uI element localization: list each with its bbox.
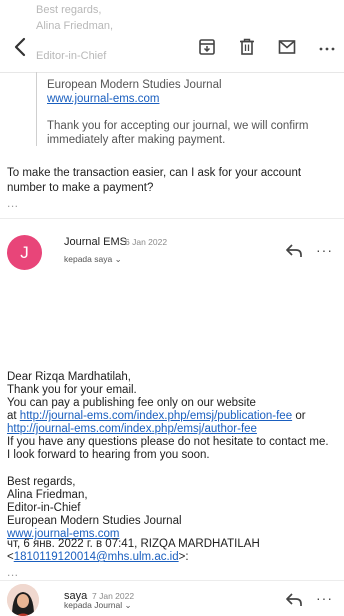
mail-icon — [278, 40, 296, 54]
quote-header-line: чт, 6 янв. 2022 г. в 07:41, RIZQA MARDHA… — [7, 538, 260, 550]
quote-lt: < — [7, 551, 14, 563]
self-avatar[interactable] — [7, 584, 39, 616]
back-arrow-icon — [14, 37, 26, 57]
body-line-link2: http://journal-ems.com/index.php/emsj/au… — [7, 423, 342, 436]
body-line-links: at http://journal-ems.com/index.php/emsj… — [7, 410, 342, 423]
message-divider — [0, 580, 344, 581]
publication-fee-link[interactable]: http://journal-ems.com/index.php/emsj/pu… — [20, 410, 292, 422]
show-trimmed-content[interactable]: ... — [7, 565, 19, 579]
show-trimmed-content[interactable]: ... — [7, 196, 19, 210]
recipient-summary[interactable]: kepada Journal ⌄ — [64, 600, 132, 611]
archive-icon — [199, 39, 215, 55]
archive-button[interactable] — [196, 36, 218, 58]
trash-icon — [240, 38, 254, 55]
recipient-summary[interactable]: kepada saya ⌄ — [64, 254, 122, 265]
reply-icon — [286, 244, 302, 257]
at-word: at — [7, 410, 17, 422]
recipient-label: kepada Journal — [64, 600, 123, 610]
quoted-text-block: European Modern Studies Journal www.jour… — [36, 72, 336, 146]
message-divider — [0, 218, 344, 219]
sender-avatar[interactable]: J — [7, 235, 42, 270]
chevron-down-icon: ⌄ — [124, 600, 132, 610]
author-fee-link[interactable]: http://journal-ems.com/index.php/emsj/au… — [7, 423, 257, 435]
chevron-down-icon: ⌄ — [114, 254, 122, 264]
body-line: I look forward to hearing from you soon. — [7, 449, 210, 461]
reply-icon — [286, 593, 302, 606]
quoted-website-link[interactable]: www.journal-ems.com — [47, 92, 159, 106]
message-date: 6 Jan 2022 — [125, 237, 168, 247]
signature-title: Editor-in-Chief — [7, 502, 81, 514]
signature-name: Alina Friedman, — [7, 489, 88, 501]
quoted-journal-name: European Modern Studies Journal — [47, 79, 222, 91]
body-line: If you have any questions please do not … — [7, 436, 329, 448]
or-word: or — [295, 410, 306, 422]
reply-button[interactable] — [285, 243, 303, 259]
body-line: You can pay a publishing fee only on our… — [7, 397, 256, 409]
quote-header: чт, 6 янв. 2022 г. в 07:41, RIZQA MARDHA… — [7, 538, 337, 564]
greeting: Dear Rizqa Mardhatilah, — [7, 371, 132, 383]
back-button[interactable] — [10, 36, 32, 58]
quote-gt: >: — [178, 551, 189, 563]
delete-button[interactable] — [236, 36, 258, 58]
faded-text-line: Alina Friedman, — [36, 20, 114, 32]
faded-text-line: Best regards, — [36, 4, 102, 16]
sender-name: Journal EMS — [64, 236, 127, 248]
message-more-button[interactable]: ··· — [316, 590, 333, 606]
more-dots-icon — [319, 47, 335, 51]
mark-unread-button[interactable] — [276, 36, 298, 58]
quoted-thanks-text: Thank you for accepting our journal, we … — [47, 120, 309, 146]
person-photo-icon — [7, 584, 39, 616]
recipient-label: kepada saya — [64, 254, 113, 264]
body-line: Thank you for your email. — [7, 384, 137, 396]
reply-button[interactable] — [285, 592, 303, 608]
signature-closing: Best regards, — [7, 476, 76, 488]
more-options-button[interactable] — [316, 38, 338, 60]
question-paragraph: To make the transaction easier, can I as… — [7, 167, 302, 194]
quote-header-email-line: <1810119120014@mhs.ulm.ac.id>: — [7, 551, 337, 564]
message-body: Dear Rizqa Mardhatilah, Thank you for yo… — [7, 371, 342, 462]
email-link[interactable]: 1810119120014@mhs.ulm.ac.id — [14, 551, 179, 563]
signature: Best regards, Alina Friedman, Editor-in-… — [7, 476, 337, 541]
message-more-button[interactable]: ··· — [316, 242, 333, 258]
signature-journal: European Modern Studies Journal — [7, 515, 182, 527]
